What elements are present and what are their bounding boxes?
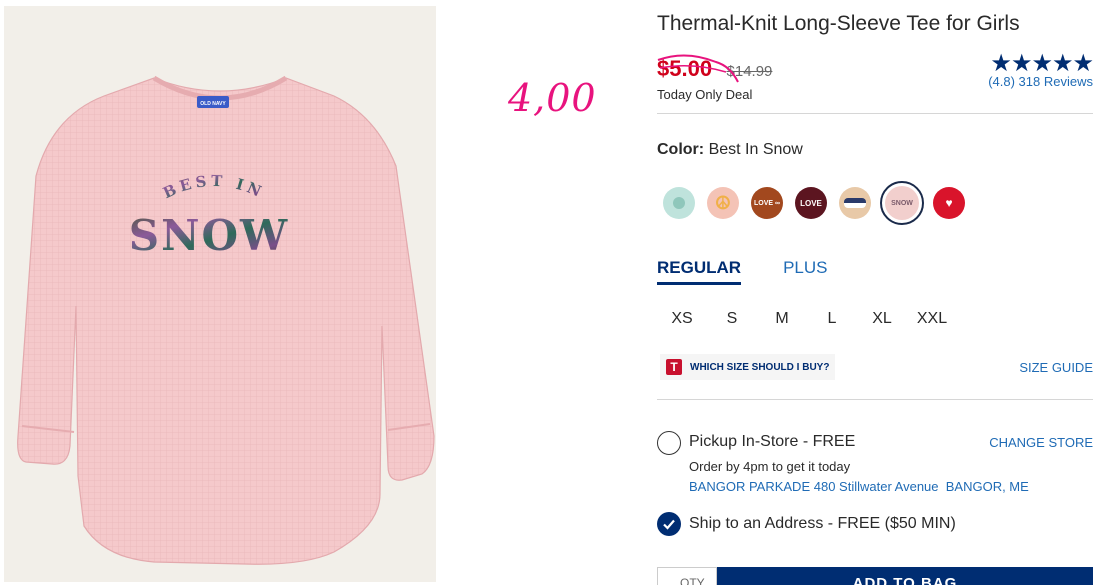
color-label: Color:	[657, 141, 705, 158]
divider	[657, 399, 1093, 400]
swatch-best-in-snow[interactable]: SNOW	[880, 181, 924, 225]
size-help-button[interactable]: T WHICH SIZE SHOULD I BUY?	[660, 354, 836, 380]
pickup-radio[interactable]	[657, 431, 681, 455]
star-rating-icon: ★★★★★	[990, 50, 1094, 77]
swatch-landscape[interactable]	[836, 184, 874, 222]
tab-plus[interactable]: PLUS	[783, 258, 827, 285]
size-xxl[interactable]: XXL	[907, 310, 957, 328]
size-m[interactable]: M	[757, 310, 807, 328]
swatch-red[interactable]: ♥	[930, 184, 968, 222]
size-s[interactable]: S	[707, 310, 757, 328]
product-title: Thermal-Knit Long-Sleeve Tee for Girls	[657, 12, 1020, 35]
shirt-tag-text: OLD NAVY	[200, 101, 226, 107]
ship-checkbox[interactable]	[657, 512, 681, 536]
size-help-label: WHICH SIZE SHOULD I BUY?	[690, 361, 830, 373]
color-swatches: ☮ LOVE ∞ LOVE SNOW ♥	[660, 181, 968, 225]
pickup-order-by: Order by 4pm to get it today	[689, 459, 851, 474]
heart-icon: ♥	[933, 187, 965, 219]
swatch-love-infinity[interactable]: LOVE ∞	[748, 184, 786, 222]
store-address-link[interactable]: BANGOR PARKADE 480 Stillwater Avenue BAN…	[689, 479, 1029, 494]
deal-label: Today Only Deal	[657, 87, 753, 102]
pickup-label: Pickup In-Store - FREE	[689, 433, 856, 450]
shirt-graphic-main: SNOW	[129, 211, 289, 260]
swatch-peace[interactable]: ☮	[704, 184, 742, 222]
handwritten-strike-mark	[657, 54, 739, 83]
fit-tabs: REGULAR PLUS	[657, 258, 827, 285]
change-store-link[interactable]: CHANGE STORE	[989, 435, 1093, 450]
peace-icon: ☮	[707, 187, 739, 219]
selected-color-name: Best In Snow	[708, 141, 803, 158]
landscape-graphic-icon	[844, 198, 866, 208]
quantity-selector[interactable]: QTY	[657, 567, 717, 585]
size-xs[interactable]: XS	[657, 310, 707, 328]
size-l[interactable]: L	[807, 310, 857, 328]
size-options: XS S M L XL XXL	[657, 310, 957, 328]
rating[interactable]: ★★★★★ (4.8) 318 Reviews	[988, 50, 1094, 90]
add-to-bag-button[interactable]: ADD TO BAG	[717, 567, 1093, 585]
divider	[657, 113, 1093, 114]
swatch-mint-graphic-icon	[673, 197, 685, 209]
size-xl[interactable]: XL	[857, 310, 907, 328]
ship-label: Ship to an Address - FREE ($50 MIN)	[689, 515, 956, 532]
product-image[interactable]: OLD NAVY BEST IN SNOW	[4, 6, 436, 582]
reviews-link[interactable]: (4.8) 318 Reviews	[988, 74, 1093, 89]
size-guide-link[interactable]: SIZE GUIDE	[1019, 360, 1093, 375]
checkmark-icon	[663, 519, 675, 530]
swatch-mint[interactable]	[660, 184, 698, 222]
color-selection-label: Color: Best In Snow	[657, 141, 803, 159]
shirt-illustration: OLD NAVY BEST IN SNOW	[17, 75, 435, 565]
true-fit-icon: T	[666, 359, 682, 375]
tab-regular[interactable]: REGULAR	[657, 258, 742, 285]
swatch-love[interactable]: LOVE	[792, 184, 830, 222]
handwritten-price-annotation: 4,00	[508, 76, 597, 120]
